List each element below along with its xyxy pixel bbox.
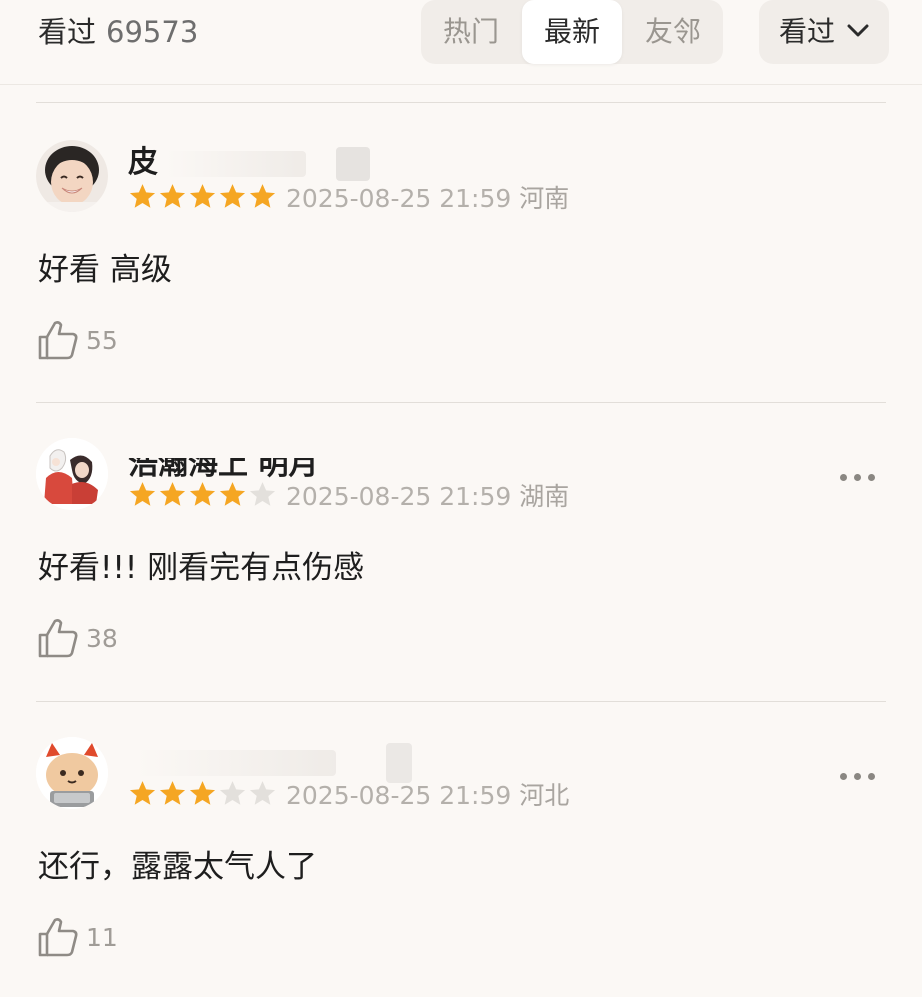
- dot: [854, 773, 861, 780]
- review-region: 湖南: [519, 482, 570, 511]
- star-empty-icon: [219, 781, 246, 805]
- rating-stars: [128, 480, 278, 510]
- review-item: 2025-08-25 21:59 河北 还行，露露太气人了 11: [0, 737, 922, 997]
- like-count: 11: [86, 923, 118, 952]
- username-redaction: [166, 150, 306, 177]
- avatar[interactable]: [36, 737, 108, 809]
- tab-latest[interactable]: 最新: [522, 0, 622, 64]
- star-filled-icon: [159, 184, 186, 208]
- star-filled-icon: [219, 482, 246, 506]
- tab-friends[interactable]: 友邻: [623, 0, 723, 64]
- username[interactable]: [128, 743, 412, 783]
- avatar[interactable]: [36, 140, 108, 212]
- review-date: 2025-08-25 21:59: [286, 781, 512, 810]
- star-filled-icon: [189, 781, 216, 805]
- review-content: 好看 高级: [38, 252, 172, 288]
- username[interactable]: 皮: [128, 145, 370, 181]
- watched-filter-dropdown[interactable]: 看过: [759, 0, 889, 64]
- username-redaction: [136, 750, 336, 776]
- username-redaction: [386, 743, 412, 783]
- review-meta: 2025-08-25 21:59 河南: [286, 184, 569, 214]
- avatar[interactable]: [36, 438, 108, 510]
- dot: [854, 474, 861, 481]
- more-options-button[interactable]: [838, 769, 878, 785]
- rating-stars: [128, 182, 278, 212]
- thumbs-up-icon: [38, 619, 78, 658]
- username-redaction: [336, 146, 370, 181]
- watched-count-label: 看过 69573: [38, 14, 198, 50]
- divider: [36, 102, 886, 103]
- rating-stars: [128, 779, 278, 809]
- watched-count: 69573: [106, 15, 199, 49]
- username-text: 皮: [128, 145, 158, 180]
- review-date: 2025-08-25 21:59: [286, 482, 512, 511]
- star-filled-icon: [219, 184, 246, 208]
- star-filled-icon: [129, 781, 156, 805]
- dot: [840, 773, 847, 780]
- star-filled-icon: [129, 482, 156, 506]
- star-empty-icon: [249, 781, 276, 805]
- star-filled-icon: [189, 184, 216, 208]
- like-count: 38: [86, 624, 118, 653]
- like-count: 55: [86, 326, 118, 355]
- section-label: 看过: [38, 15, 97, 49]
- top-bar: 看过 69573 热门 最新 友邻 看过: [0, 0, 922, 85]
- tab-hot[interactable]: 热门: [421, 0, 521, 64]
- anime-characters-avatar-icon: [36, 438, 108, 510]
- chevron-down-icon: [847, 24, 869, 37]
- dot: [840, 474, 847, 481]
- divider: [36, 701, 886, 702]
- star-filled-icon: [189, 482, 216, 506]
- review-region: 河北: [519, 781, 570, 810]
- username[interactable]: 浩瀚海上 明月: [128, 448, 318, 482]
- dot: [868, 773, 875, 780]
- thumbs-up-icon: [38, 321, 78, 360]
- sort-tabs: 热门 最新 友邻: [421, 0, 723, 64]
- review-date: 2025-08-25 21:59: [286, 184, 512, 213]
- review-meta: 2025-08-25 21:59 湖南: [286, 482, 569, 512]
- more-options-button[interactable]: [838, 470, 878, 486]
- boy-smiling-avatar-icon: [36, 140, 108, 212]
- star-filled-icon: [159, 781, 186, 805]
- cartoon-cat-avatar-icon: [36, 737, 108, 809]
- dot: [868, 474, 875, 481]
- star-filled-icon: [129, 184, 156, 208]
- review-item: 浩瀚海上 明月 2025-08-25 21:59 湖南 好看!!! 刚看完有点伤感…: [0, 438, 922, 698]
- review-region: 河南: [519, 184, 570, 213]
- thumbs-up-icon: [38, 918, 78, 957]
- username-text: 浩瀚海上 明月: [128, 447, 319, 482]
- star-filled-icon: [159, 482, 186, 506]
- divider: [36, 402, 886, 403]
- filter-label: 看过: [779, 15, 836, 48]
- review-meta: 2025-08-25 21:59 河北: [286, 781, 569, 811]
- review-content: 好看!!! 刚看完有点伤感: [38, 550, 365, 586]
- star-filled-icon: [249, 184, 276, 208]
- star-empty-icon: [249, 482, 276, 506]
- review-item: 皮 2025-08-25 21:59 河南 好看 高级 55: [0, 140, 922, 400]
- review-content: 还行，露露太气人了: [38, 849, 317, 885]
